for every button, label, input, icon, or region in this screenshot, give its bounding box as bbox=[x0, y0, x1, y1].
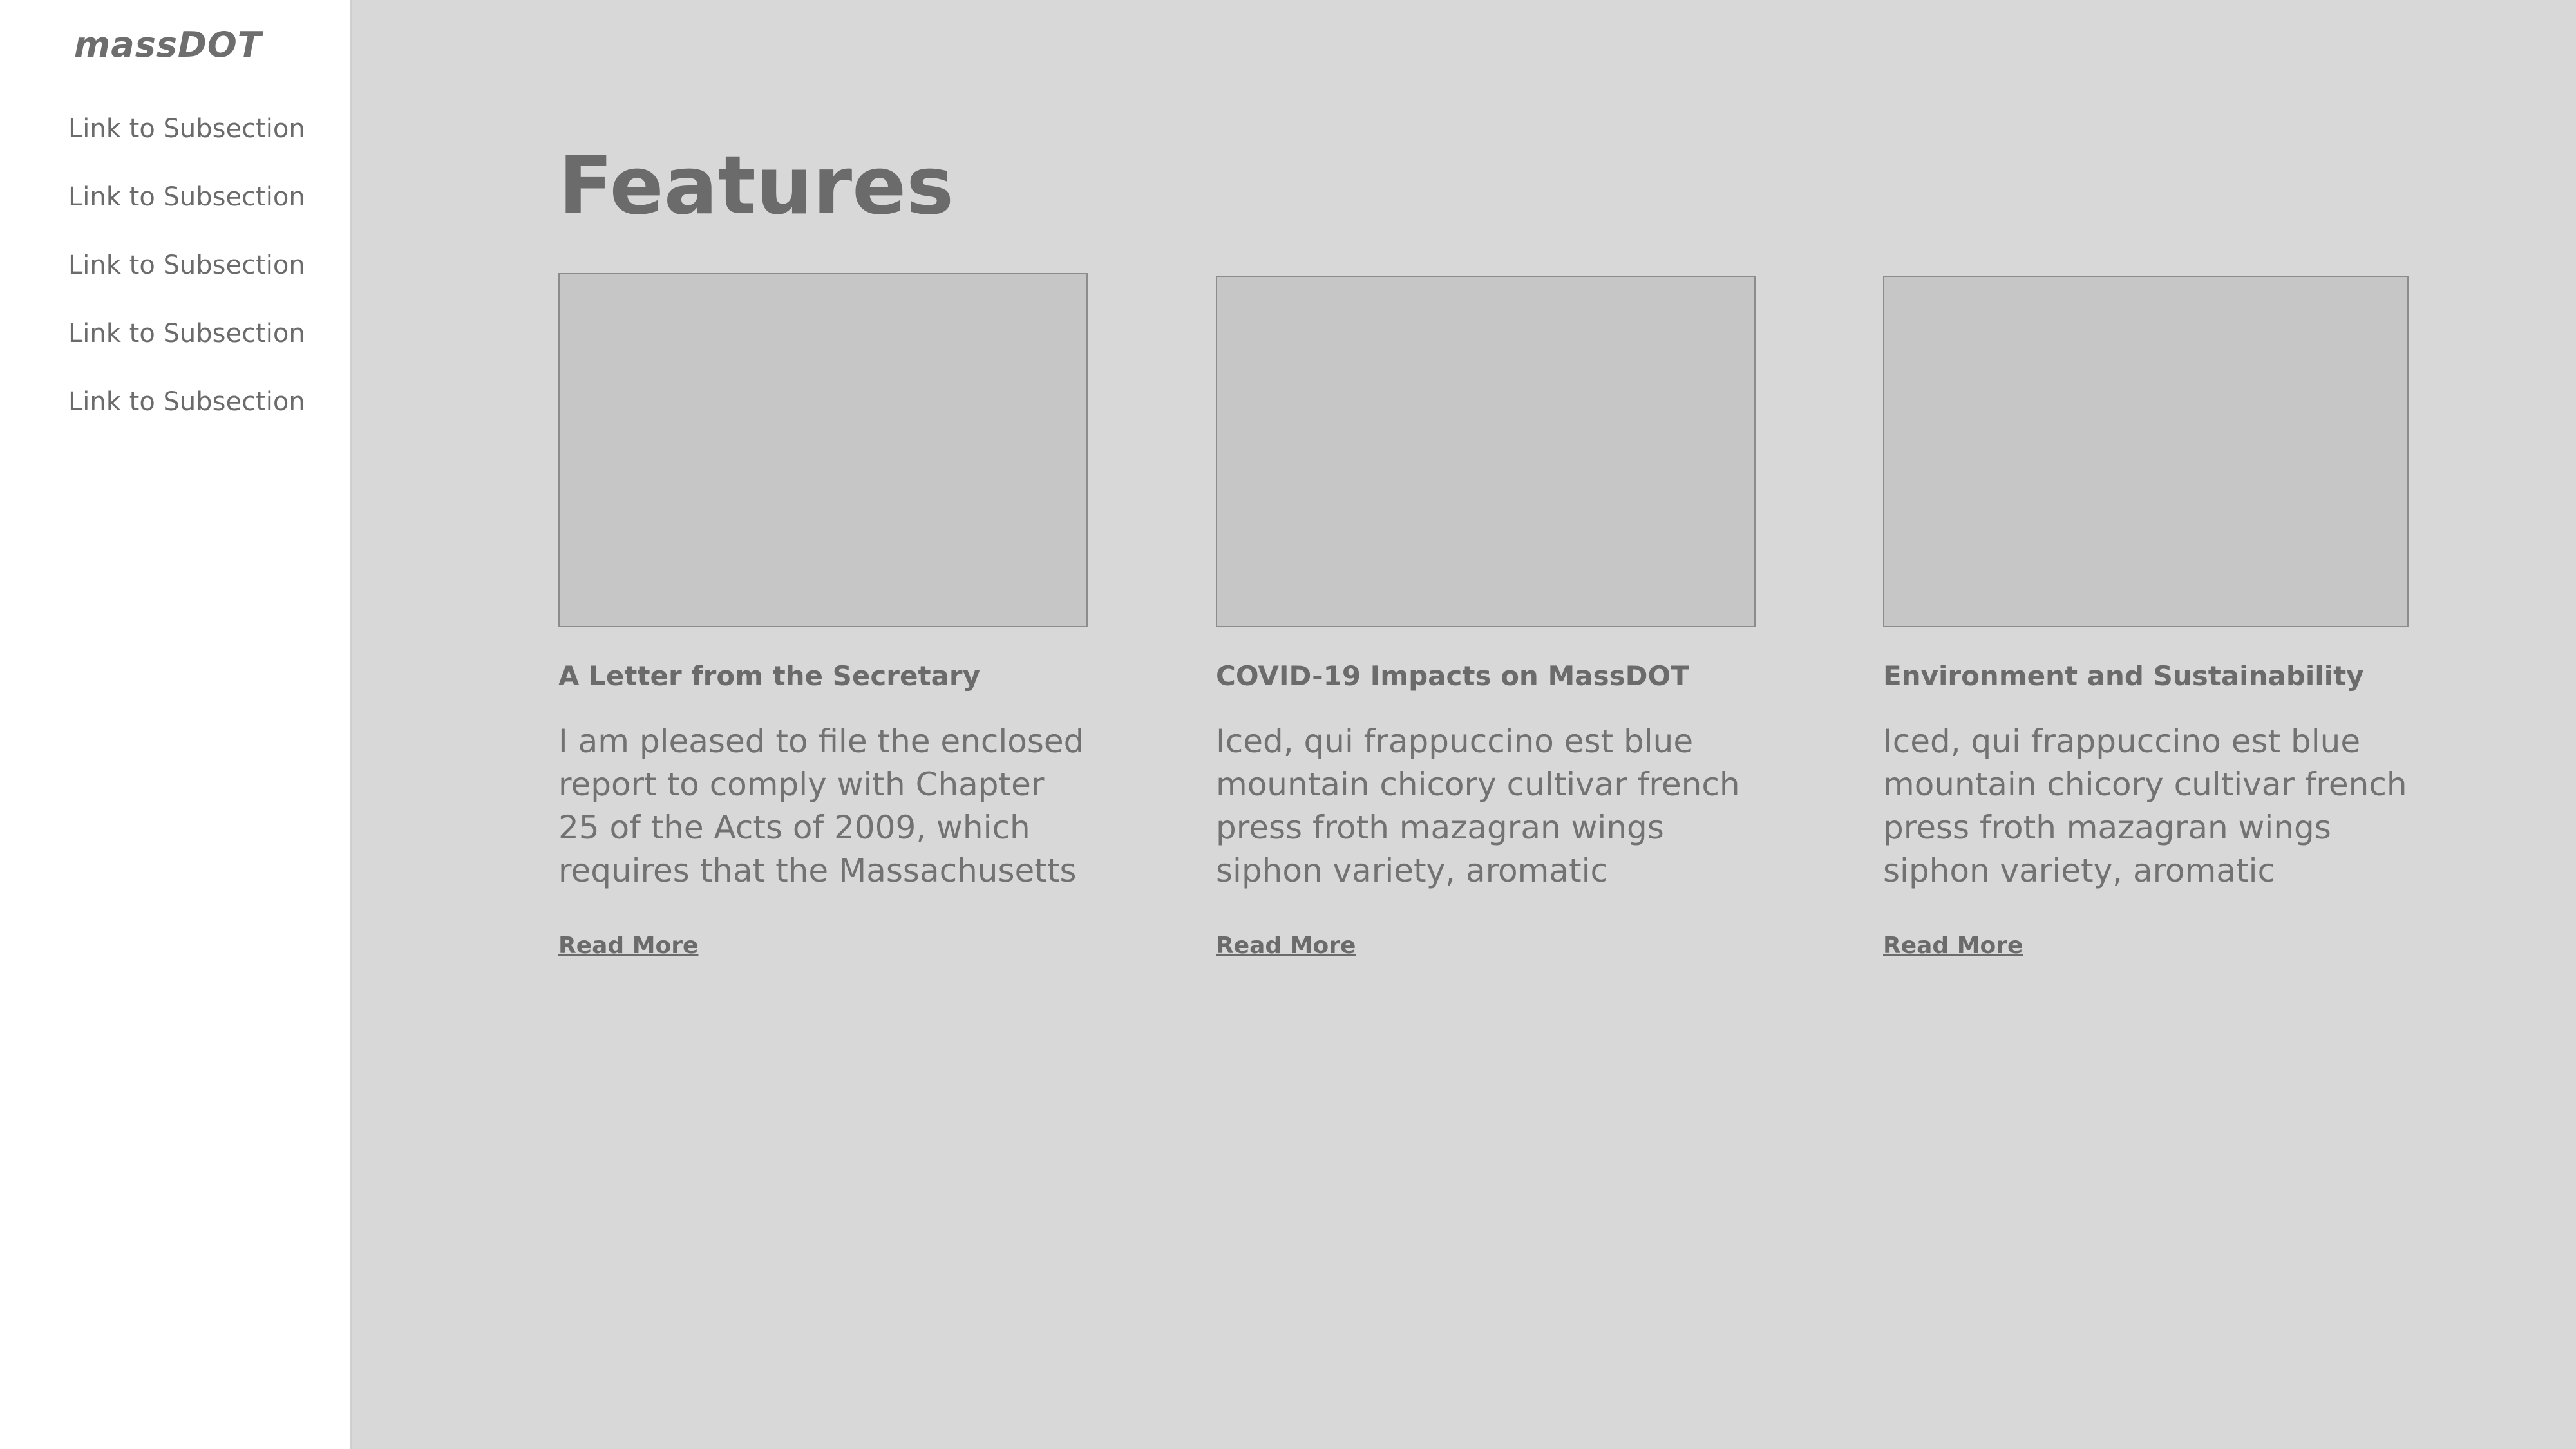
logo[interactable]: massDOT bbox=[74, 24, 262, 65]
card-body: I am pleased to file the enclosed report… bbox=[558, 723, 1084, 889]
read-more-link[interactable]: Read More bbox=[1883, 933, 2023, 959]
card-title: A Letter from the Secretary bbox=[558, 660, 980, 692]
feature-card-environment: Environment and Sustainability Iced, qui… bbox=[1883, 276, 2409, 959]
sidebar-item-subsection-3[interactable]: Link to Subsection bbox=[68, 246, 305, 314]
main-content: Features A Letter from the Secretary I a… bbox=[352, 0, 2576, 1449]
card-title: COVID-19 Impacts on MassDOT bbox=[1216, 660, 1689, 692]
card-image-placeholder bbox=[1883, 276, 2409, 627]
feature-card-letter: A Letter from the Secretary I am pleased… bbox=[558, 273, 1088, 959]
sidebar-item-subsection-4[interactable]: Link to Subsection bbox=[68, 314, 305, 383]
read-more-link[interactable]: Read More bbox=[558, 933, 698, 959]
sidebar-nav: Link to Subsection Link to Subsection Li… bbox=[68, 109, 305, 451]
sidebar-item-subsection-1[interactable]: Link to Subsection bbox=[68, 109, 305, 178]
sidebar-item-subsection-2[interactable]: Link to Subsection bbox=[68, 178, 305, 246]
sidebar: massDOT Link to Subsection Link to Subse… bbox=[0, 0, 352, 1449]
read-more-link[interactable]: Read More bbox=[1216, 933, 1356, 959]
card-image-placeholder bbox=[558, 273, 1088, 627]
sidebar-item-subsection-5[interactable]: Link to Subsection bbox=[68, 383, 305, 451]
page-title: Features bbox=[558, 140, 954, 232]
card-body: Iced, qui frappuccino est blue mountain … bbox=[1216, 723, 1740, 889]
card-title: Environment and Sustainability bbox=[1883, 660, 2364, 692]
card-body: Iced, qui frappuccino est blue mountain … bbox=[1883, 723, 2407, 889]
card-image-placeholder bbox=[1216, 276, 1756, 627]
feature-card-covid: COVID-19 Impacts on MassDOT Iced, qui fr… bbox=[1216, 276, 1756, 959]
